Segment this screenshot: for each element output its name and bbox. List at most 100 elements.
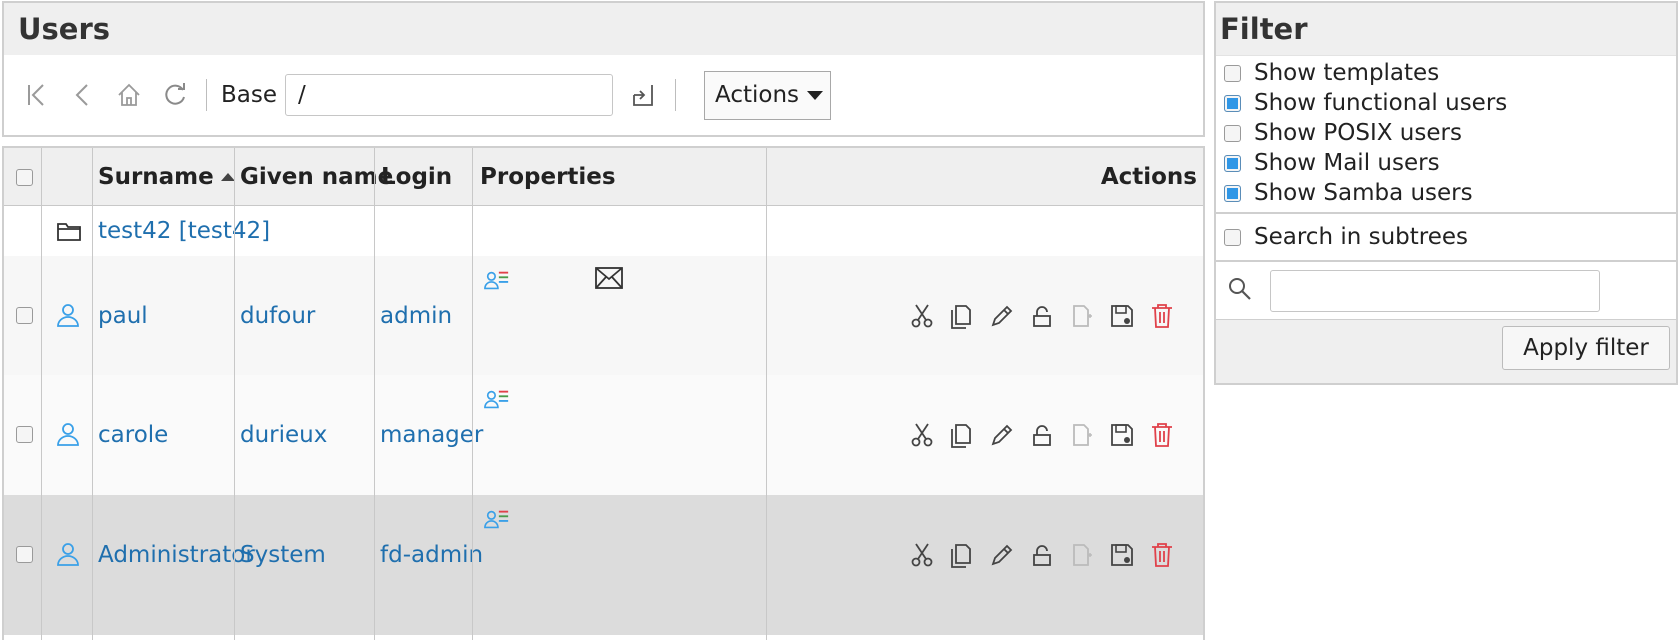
login-link[interactable]: admin [380,303,452,329]
column-header-login-label: Login [381,164,453,190]
given-name-link[interactable]: dufour [240,303,315,329]
row-actions [897,540,1177,570]
edit-icon[interactable] [987,420,1017,450]
actions-menu-button[interactable]: Actions [704,70,832,120]
login-link[interactable]: fd-admin [380,542,483,568]
surname-link[interactable]: carole [98,422,168,448]
filter-option-checkbox[interactable] [1224,94,1241,112]
mail-icon[interactable] [594,264,624,294]
table-row[interactable]: test42 [test42] [4,206,1203,256]
page-title: Users [18,12,111,46]
filter-option[interactable]: Show POSIX users [1216,118,1676,148]
submit-base-icon[interactable] [629,80,659,110]
reload-icon[interactable] [160,80,190,110]
lock-icon[interactable] [1027,540,1057,570]
table-row[interactable]: Administrator System fd-admin [4,495,1203,635]
users-title-bar: Users [4,3,1203,55]
column-divider [374,148,375,640]
template-icon[interactable] [1067,540,1097,570]
back-icon[interactable] [68,80,98,110]
row-checkbox-cell [16,546,33,564]
row-checkbox-cell [16,426,33,444]
filter-option[interactable]: Show Samba users [1216,178,1676,208]
given-name-link[interactable]: durieux [240,422,327,448]
filter-option-checkbox[interactable] [1224,124,1241,142]
filter-option-label: Show Samba users [1254,180,1473,206]
department-link[interactable]: test42 [test42] [98,218,270,244]
filter-option[interactable]: Show Mail users [1216,148,1676,178]
table-row[interactable]: carole durieux manager [4,375,1203,495]
cut-icon[interactable] [907,540,937,570]
snapshot-icon[interactable] [1107,540,1137,570]
filter-option-label: Show POSIX users [1254,120,1462,146]
filter-option-checkbox[interactable] [1224,64,1241,82]
lock-icon[interactable] [1027,301,1057,331]
snapshot-icon[interactable] [1107,420,1137,450]
search-in-subtrees-option[interactable]: Search in subtrees [1216,214,1676,262]
row-checkbox[interactable] [16,546,33,563]
user-icon [54,540,84,570]
navigation-toolbar: Base Actions [4,55,1203,135]
select-all-checkbox-cell [16,148,34,206]
column-divider [41,148,42,640]
edit-icon[interactable] [987,301,1017,331]
search-icon [1226,275,1254,307]
filter-option[interactable]: Show functional users [1216,88,1676,118]
users-list: Surname Given name Login Properties Acti… [2,146,1205,640]
base-input[interactable] [285,74,614,116]
base-label: Base [221,82,278,108]
filter-option[interactable]: Show templates [1216,58,1676,88]
given-name-link[interactable]: System [240,542,326,568]
filter-search-row [1216,262,1676,320]
user-properties-icon[interactable] [484,268,510,296]
row-actions [897,301,1177,331]
snapshot-icon[interactable] [1107,301,1137,331]
template-icon[interactable] [1067,420,1097,450]
column-header-login[interactable]: Login [381,148,452,206]
apply-filter-button[interactable]: Apply filter [1502,326,1670,370]
template-icon[interactable] [1067,301,1097,331]
delete-icon[interactable] [1147,301,1177,331]
search-in-subtrees-checkbox[interactable] [1224,228,1241,246]
home-icon[interactable] [114,80,144,110]
lock-icon[interactable] [1027,420,1057,450]
column-header-properties-label: Properties [480,164,616,190]
table-row[interactable]: paul dufour admin [4,256,1203,376]
column-header-surname[interactable]: Surname [98,148,235,206]
copy-icon[interactable] [947,540,977,570]
select-all-checkbox[interactable] [16,168,33,186]
search-in-subtrees-label: Search in subtrees [1254,224,1469,250]
row-checkbox[interactable] [16,307,33,324]
folder-icon [54,206,84,256]
filter-options: Show templates Show functional users Show … [1216,55,1676,214]
filter-panel: Filter Show templates Show functional use… [1214,1,1678,385]
surname-link[interactable]: paul [98,303,148,329]
row-checkbox[interactable] [16,426,33,443]
surname-link[interactable]: Administrator [98,542,255,568]
cut-icon[interactable] [907,301,937,331]
filter-search-input[interactable] [1270,269,1600,312]
table-header: Surname Given name Login Properties Acti… [4,148,1203,206]
edit-icon[interactable] [987,540,1017,570]
users-panel: Users Base Actions [2,1,1205,137]
first-page-icon[interactable] [22,80,52,110]
delete-icon[interactable] [1147,540,1177,570]
column-divider [92,148,93,640]
column-header-given-name-label: Given name [240,164,394,190]
filter-option-checkbox[interactable] [1224,154,1241,172]
copy-icon[interactable] [947,420,977,450]
user-properties-icon[interactable] [484,507,510,535]
row-checkbox-cell [16,307,33,325]
copy-icon[interactable] [947,301,977,331]
row-actions [897,420,1177,450]
login-link[interactable]: manager [380,422,483,448]
toolbar-divider [675,79,677,111]
column-header-actions: Actions [1101,148,1197,206]
column-header-given-name[interactable]: Given name [240,148,393,206]
cut-icon[interactable] [907,420,937,450]
filter-option-checkbox[interactable] [1224,184,1241,202]
column-header-properties: Properties [480,148,616,206]
column-divider [234,148,235,640]
user-properties-icon[interactable] [484,387,510,415]
delete-icon[interactable] [1147,420,1177,450]
